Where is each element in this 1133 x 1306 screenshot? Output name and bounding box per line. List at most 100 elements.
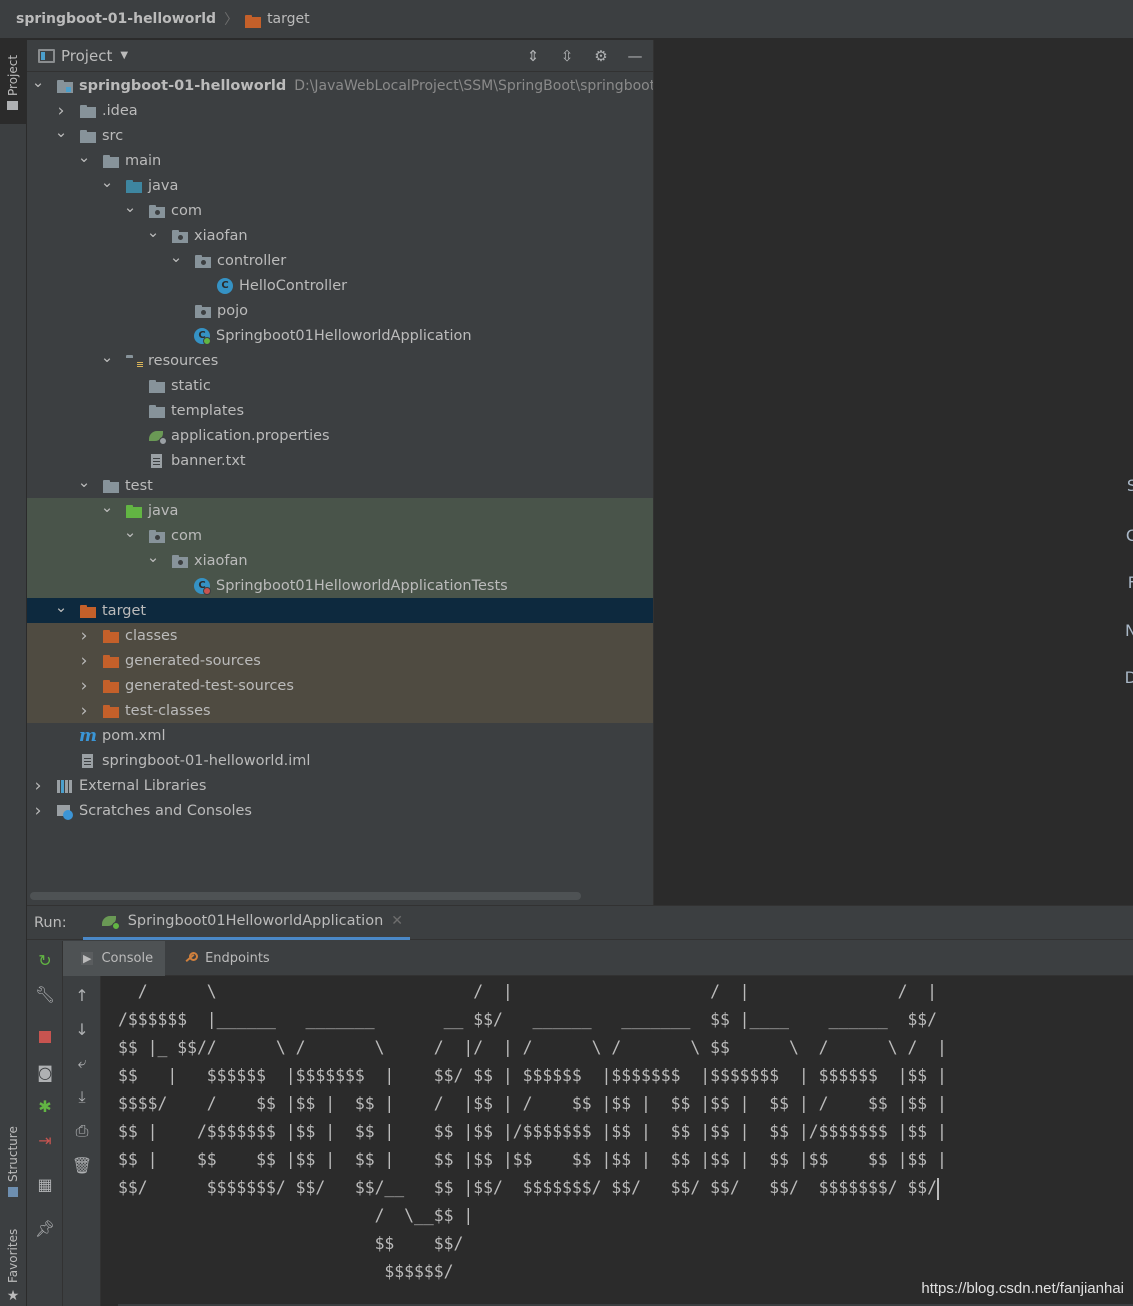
tree-item-iml[interactable]: ›springboot-01-helloworld.iml	[27, 748, 653, 773]
tree-item-testclasses[interactable]: › test-classes	[27, 698, 653, 723]
chevron-down-icon[interactable]: ⌄	[124, 523, 137, 541]
chevron-down-icon[interactable]: ⌄	[101, 173, 114, 191]
tree-item-label: templates	[171, 402, 245, 419]
hide-panel-icon[interactable]: —	[625, 46, 645, 66]
tree-item-label: java	[148, 177, 179, 194]
tree-item-static[interactable]: ›static	[27, 373, 653, 398]
tree-item-com-test[interactable]: ⌄ com	[27, 523, 653, 548]
chevron-right-icon[interactable]: ›	[33, 801, 43, 821]
close-icon[interactable]: ✕	[391, 913, 403, 929]
chevron-down-icon[interactable]: ⌄	[55, 123, 68, 141]
tree-item-root[interactable]: ⌄ springboot-01-helloworld D:\JavaWebLocal…	[27, 73, 653, 98]
module-path: D:\JavaWebLocalProject\SSM\SpringBoot\sp…	[294, 77, 653, 94]
chevron-down-icon[interactable]: ⌄	[124, 198, 137, 216]
project-view-selector[interactable]: Project	[61, 47, 112, 65]
trash-icon[interactable]: 🗑︎	[71, 1154, 93, 1176]
watermark-text: https://blog.csdn.net/fanjianhai	[921, 1280, 1124, 1297]
scroll-to-end-icon[interactable]: ⤓	[71, 1086, 93, 1108]
tree-item-appprops[interactable]: ›application.properties	[27, 423, 653, 448]
editor-edge-letter: N	[1125, 621, 1133, 640]
breadcrumb-target[interactable]: target	[267, 11, 310, 27]
debug-bug-icon[interactable]: ✱	[34, 1095, 56, 1117]
console-line: $$ | $$ $$ |$$ | $$ | $$ |$$ |$$ $$ |$$ …	[118, 1150, 947, 1169]
editor-edge-letter: C	[1125, 526, 1133, 545]
tree-item-extlibs[interactable]: › External Libraries	[27, 773, 653, 798]
breadcrumb-project[interactable]: springboot-01-helloworld	[16, 11, 216, 27]
tree-item-gensrc[interactable]: › generated-sources	[27, 648, 653, 673]
tree-item-classes[interactable]: › classes	[27, 623, 653, 648]
tree-item-controller[interactable]: ⌄ controller	[27, 248, 653, 273]
tree-item-pojo[interactable]: ›pojo	[27, 298, 653, 323]
stop-icon[interactable]	[34, 1026, 56, 1048]
rerun-icon[interactable]: ↻	[34, 949, 56, 971]
chevron-right-icon[interactable]: ›	[79, 701, 89, 721]
excluded-folder-icon	[102, 678, 120, 694]
breadcrumb-separator-icon: 〉	[224, 12, 239, 28]
tree-item-label: External Libraries	[79, 777, 207, 794]
camera-icon[interactable]: ◙	[34, 1061, 56, 1083]
chevron-down-icon[interactable]: ⌄	[170, 248, 183, 266]
chevron-down-icon[interactable]: ⌄	[78, 148, 91, 166]
arrow-up-icon[interactable]: ↑	[71, 984, 93, 1006]
tree-item-resources[interactable]: ⌄ resources	[27, 348, 653, 373]
run-tool-window: Run: Springboot01HelloworldApplication ✕…	[27, 905, 1133, 1306]
excluded-folder-icon	[102, 653, 120, 669]
console-line: $$ | /$$$$$$$ |$$ | $$ | $$ |$$ |/$$$$$$…	[118, 1122, 947, 1141]
chevron-down-icon[interactable]: ⌄	[101, 348, 114, 366]
tree-item-java-main[interactable]: ⌄ java	[27, 173, 653, 198]
tree-item-app[interactable]: ›CSpringboot01HelloworldApplication	[27, 323, 653, 348]
tree-item-idea[interactable]: › .idea	[27, 98, 653, 123]
console-output[interactable]: / \ / | / | / | /$$$$$$ |______ _______ _…	[101, 976, 1133, 1306]
chevron-down-icon[interactable]: ▼	[120, 50, 128, 61]
tree-item-apptests[interactable]: ›CSpringboot01HelloworldApplicationTests	[27, 573, 653, 598]
structure-tool-tab[interactable]: Structure	[0, 1122, 26, 1202]
tab-console[interactable]: ▶ Console	[63, 940, 166, 976]
chevron-down-icon[interactable]: ⌄	[101, 498, 114, 516]
spring-boot-icon	[101, 913, 120, 930]
tree-item-banner[interactable]: ›banner.txt	[27, 448, 653, 473]
print-icon[interactable]: ⎙	[71, 1120, 93, 1142]
exit-icon[interactable]: ⇥	[34, 1129, 56, 1151]
layout-icon[interactable]: ▦	[34, 1173, 56, 1195]
arrow-down-icon[interactable]: ↓	[71, 1018, 93, 1040]
tree-item-xiaofan-test[interactable]: ⌄ xiaofan	[27, 548, 653, 573]
pin-icon[interactable]: 📌︎	[34, 1217, 56, 1239]
chevron-down-icon[interactable]: ⌄	[78, 473, 91, 491]
tree-item-pom[interactable]: ›mpom.xml	[27, 723, 653, 748]
favorites-tool-tab[interactable]: ★ Favorites	[0, 1226, 26, 1306]
chevron-right-icon[interactable]: ›	[79, 626, 89, 646]
tree-item-src[interactable]: ⌄ src	[27, 123, 653, 148]
run-configuration-tab[interactable]: Springboot01HelloworldApplication ✕	[82, 906, 411, 940]
horizontal-scrollbar[interactable]	[30, 892, 581, 900]
tree-item-xiaofan-main[interactable]: ⌄ xiaofan	[27, 223, 653, 248]
chevron-down-icon[interactable]: ⌄	[147, 223, 160, 241]
tab-endpoints[interactable]: Endpoints	[165, 941, 282, 976]
run-actions-toolbar: ↻ 🔧︎ ◙ ✱ ⇥ ▦ 📌︎	[27, 941, 63, 1306]
tree-item-test[interactable]: ⌄ test	[27, 473, 653, 498]
expand-all-icon[interactable]: ⇕	[523, 46, 543, 66]
soft-wrap-icon[interactable]: ⤶	[71, 1052, 93, 1074]
wrench-icon[interactable]: 🔧︎	[34, 983, 56, 1005]
collapse-all-icon[interactable]: ⇳	[557, 46, 577, 66]
tree-item-hellocontroller[interactable]: ›CHelloController	[27, 273, 653, 298]
tree-item-com-main[interactable]: ⌄ com	[27, 198, 653, 223]
chevron-right-icon[interactable]: ›	[33, 776, 43, 796]
editor-area[interactable]: S C F N D	[653, 40, 1133, 905]
tree-item-gentestsrc[interactable]: › generated-test-sources	[27, 673, 653, 698]
tree-item-target[interactable]: ⌄ target	[27, 598, 653, 623]
tree-item-scratches[interactable]: › Scratches and Consoles	[27, 798, 653, 822]
chevron-right-icon[interactable]: ›	[56, 101, 66, 121]
tree-item-java-test[interactable]: ⌄ java	[27, 498, 653, 523]
text-file-icon	[148, 453, 166, 469]
chevron-right-icon[interactable]: ›	[79, 651, 89, 671]
chevron-down-icon[interactable]: ⌄	[32, 73, 45, 91]
tree-item-main[interactable]: ⌄ main	[27, 148, 653, 173]
tree-item-label: target	[102, 602, 147, 619]
folder-icon	[79, 128, 97, 144]
project-tool-tab[interactable]: Project	[0, 40, 26, 124]
chevron-down-icon[interactable]: ⌄	[147, 548, 160, 566]
tree-item-templates[interactable]: ›templates	[27, 398, 653, 423]
chevron-right-icon[interactable]: ›	[79, 676, 89, 696]
chevron-down-icon[interactable]: ⌄	[55, 598, 68, 616]
gear-icon[interactable]: ⚙	[591, 46, 611, 66]
